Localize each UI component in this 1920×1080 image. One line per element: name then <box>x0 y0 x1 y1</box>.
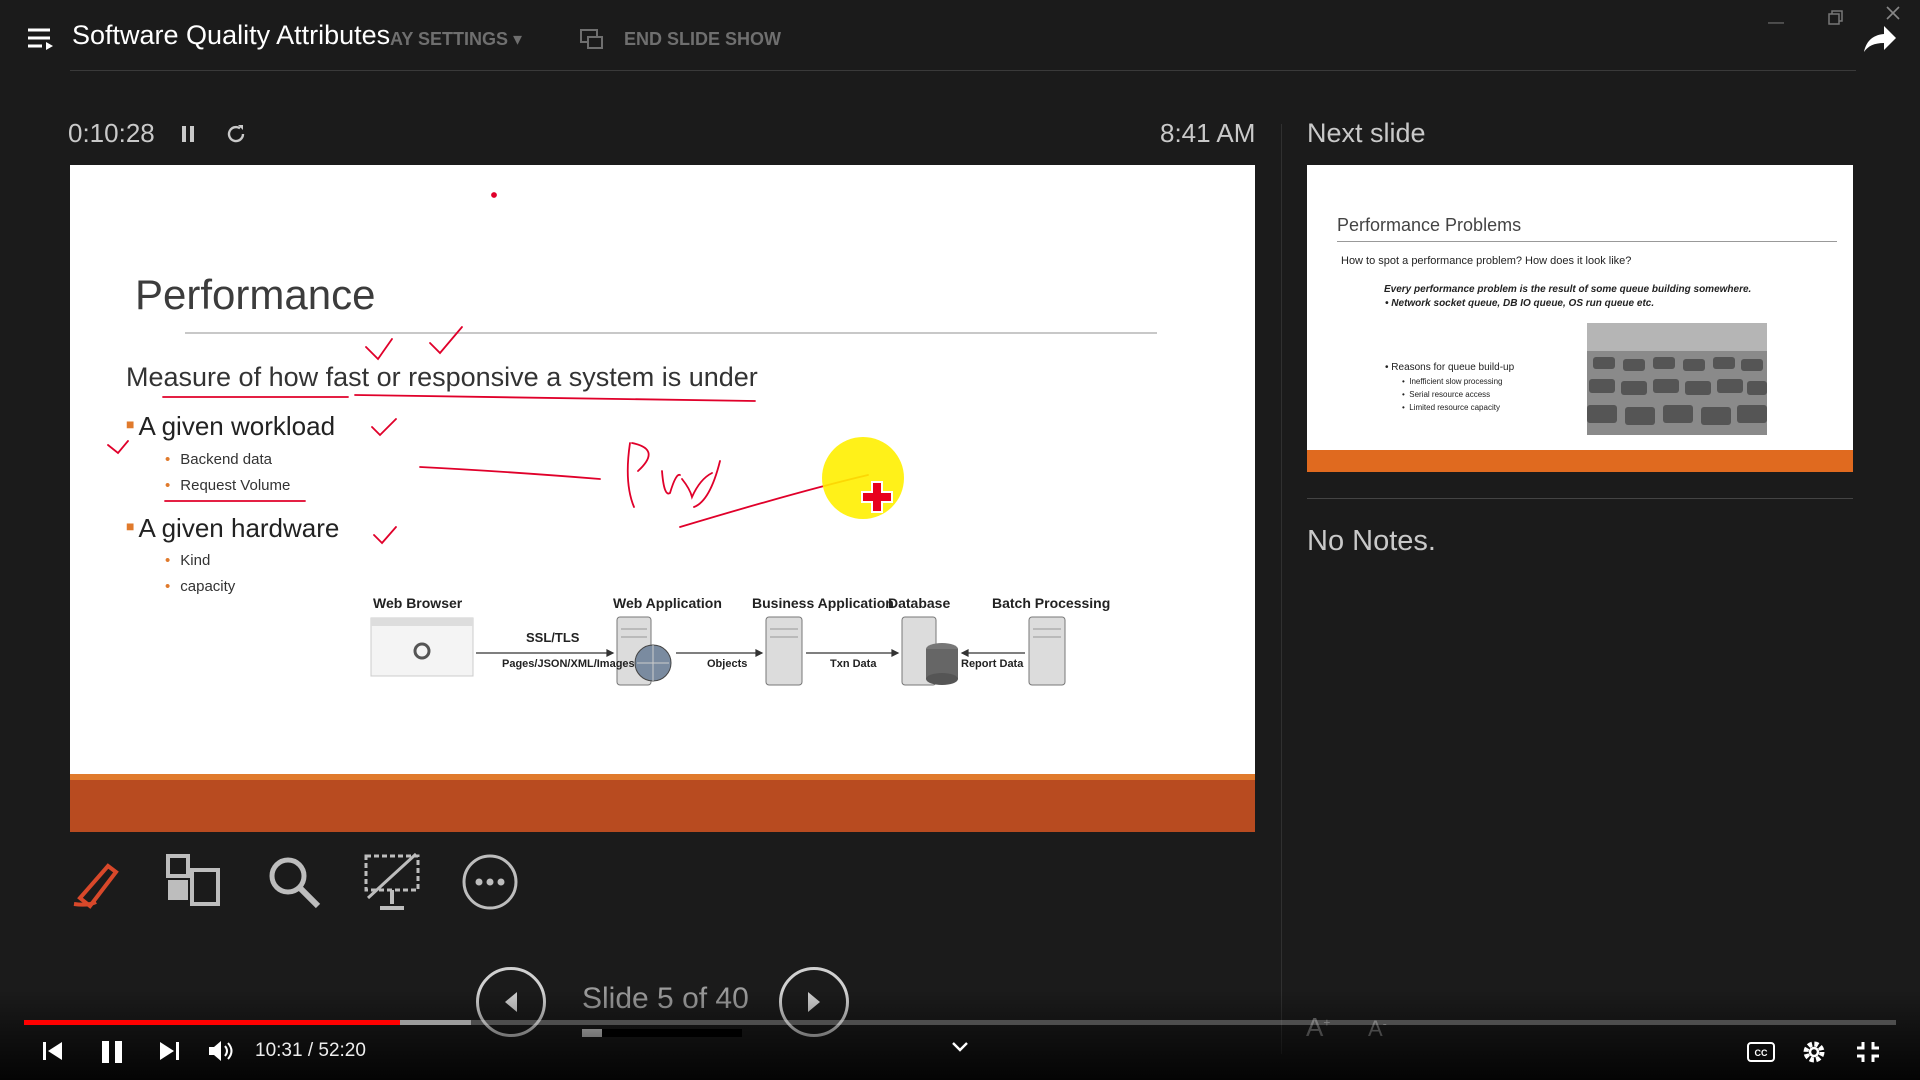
next-slide-emphasis: Every performance problem is the result … <box>1384 284 1752 295</box>
reason-text: Limited resource capacity <box>1409 403 1500 412</box>
next-slide-label: Next slide <box>1307 118 1426 148</box>
speaker-notes: No Notes. <box>1307 525 1436 557</box>
next-slide-title: Performance Problems <box>1337 215 1522 235</box>
played-bar <box>24 1020 400 1025</box>
next-slide-reason: • Inefficient slow processing <box>1402 377 1503 386</box>
slide-footer-bar <box>70 780 1255 832</box>
see-all-slides-icon[interactable] <box>164 852 224 912</box>
elapsed-timer: 0:10:28 <box>68 118 155 148</box>
pen-tool-icon[interactable] <box>68 852 128 912</box>
end-slide-show-button[interactable]: END SLIDE SHOW <box>624 29 781 50</box>
minimize-icon[interactable]: — <box>1768 14 1784 32</box>
exit-fullscreen-icon[interactable] <box>1855 1040 1881 1064</box>
cursor-cross-icon <box>860 480 894 514</box>
next-slide-reasons-title: • Reasons for queue build-up <box>1385 362 1515 373</box>
volume-icon[interactable] <box>207 1038 235 1064</box>
pause-icon[interactable] <box>98 1038 126 1066</box>
share-icon[interactable] <box>1862 24 1898 54</box>
previous-video-icon[interactable] <box>40 1038 66 1064</box>
notes-divider <box>1307 498 1853 499</box>
video-progress-bar[interactable] <box>24 1020 1896 1025</box>
zoom-icon[interactable] <box>264 852 324 912</box>
chevron-down-icon[interactable] <box>950 1040 970 1054</box>
reason-text: Serial resource access <box>1409 390 1491 399</box>
next-slide-emphasis-sub: • Network socket queue, DB IO queue, OS … <box>1385 298 1655 309</box>
current-time: 10:31 <box>255 1040 303 1061</box>
traffic-jam-photo <box>1587 323 1767 435</box>
settings-gear-icon[interactable] <box>1800 1038 1828 1066</box>
restart-timer-icon[interactable] <box>224 122 248 146</box>
next-slide-rule <box>1337 241 1837 242</box>
next-slide-reason: • Serial resource access <box>1402 390 1491 399</box>
svg-text:CC: CC <box>1755 1048 1768 1058</box>
time-display: 10:31 / 52:20 <box>255 1040 366 1062</box>
close-icon[interactable] <box>1886 6 1900 20</box>
restore-icon[interactable] <box>1828 10 1844 26</box>
more-options-icon[interactable] <box>460 852 520 912</box>
presenter-view: AY SETTINGS ▾ END SLIDE SHOW — 0:10:28 8… <box>0 0 1920 1080</box>
ink-annotations <box>107 192 869 545</box>
captions-icon[interactable]: CC <box>1747 1042 1775 1062</box>
current-slide[interactable]: Performance Measure of how fast or respo… <box>70 165 1255 832</box>
next-video-icon[interactable] <box>156 1038 182 1064</box>
display-settings-menu[interactable]: AY SETTINGS ▾ <box>390 29 522 50</box>
controls-gradient <box>0 990 1920 1080</box>
end-slide-show-icon <box>580 28 604 50</box>
next-slide-reason: • Limited resource capacity <box>1402 403 1500 412</box>
playlist-menu-icon[interactable] <box>26 26 54 52</box>
duration: 52:20 <box>318 1040 366 1061</box>
black-screen-icon[interactable] <box>362 852 422 912</box>
reason-text: Inefficient slow processing <box>1409 377 1503 386</box>
pause-timer-icon[interactable] <box>180 124 196 144</box>
next-slide-footer-bar <box>1307 450 1853 472</box>
video-title[interactable]: Software Quality Attributes <box>72 20 390 51</box>
clock: 8:41 AM <box>1160 118 1256 148</box>
next-slide-preview[interactable]: Performance Problems How to spot a perfo… <box>1307 165 1853 472</box>
top-divider <box>70 70 1856 71</box>
pane-divider <box>1281 124 1282 1054</box>
time-separator: / <box>307 1040 314 1061</box>
next-slide-question: How to spot a performance problem? How d… <box>1341 255 1632 267</box>
